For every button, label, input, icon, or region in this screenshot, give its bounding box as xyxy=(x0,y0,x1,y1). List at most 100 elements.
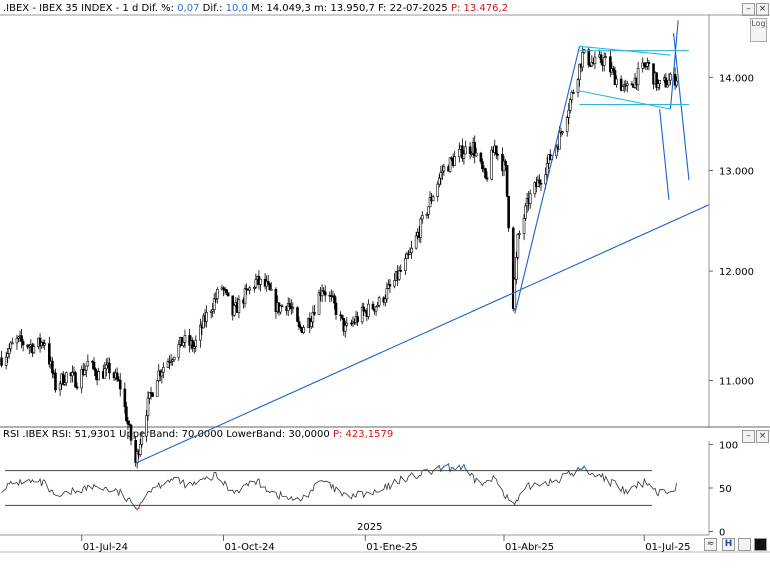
candle-body xyxy=(513,278,517,309)
candle-body xyxy=(404,258,407,271)
candle-body xyxy=(345,322,349,326)
trendline-impulse[interactable] xyxy=(514,46,581,314)
candle-body xyxy=(377,297,381,306)
rsi-overbought-point xyxy=(453,469,456,472)
candle-body xyxy=(505,165,509,197)
candle-body xyxy=(94,368,97,376)
price-tick-label: 12.000 xyxy=(719,267,754,278)
candle-body xyxy=(484,168,487,179)
candle-body xyxy=(448,157,452,172)
candle-body xyxy=(371,303,375,310)
rsi-overbought-point xyxy=(450,466,453,469)
candle-body xyxy=(6,353,10,358)
candle-body xyxy=(138,443,142,455)
candle-body xyxy=(561,131,564,133)
trendline-support[interactable] xyxy=(135,204,710,464)
candle-body xyxy=(545,163,549,175)
rsi-overbought-point xyxy=(447,463,450,465)
candle-body xyxy=(522,218,526,234)
candle-body xyxy=(481,161,484,170)
candle-body xyxy=(15,338,19,344)
candle-body xyxy=(468,146,472,155)
candle-body xyxy=(343,325,347,332)
candle-body xyxy=(507,196,510,229)
candle-body xyxy=(587,49,591,66)
candle-body xyxy=(125,406,128,422)
candle-body xyxy=(205,312,208,322)
candle-body xyxy=(51,360,54,374)
toolbar-box-icon[interactable] xyxy=(738,538,751,551)
candle-body xyxy=(612,68,615,72)
candle-body xyxy=(538,179,541,184)
color-swatch-icon[interactable] xyxy=(754,538,767,551)
candle-body xyxy=(64,372,68,384)
time-tick-label: 01-Oct-24 xyxy=(224,542,274,553)
chart-canvas: 14.000 13.000 12.000 11.000 100 50 0 01-Jul-2… xyxy=(0,14,770,553)
time-tick-label: 01-Ene-25 xyxy=(366,542,417,553)
candle-body xyxy=(103,368,107,379)
candle-body xyxy=(515,257,518,280)
candle-body xyxy=(313,312,316,315)
time-axis: 01-Jul-24 01-Oct-24 01-Ene-25 01-Abr-25 01-J… xyxy=(81,535,691,553)
candle-body xyxy=(528,193,532,205)
candle-body xyxy=(615,78,618,85)
rsi-overbought-point xyxy=(458,464,461,467)
trendline-projection[interactable] xyxy=(659,109,670,200)
candle-body xyxy=(410,247,413,253)
candle-body xyxy=(340,314,344,319)
candle-body xyxy=(397,270,401,280)
candle-body xyxy=(504,160,507,166)
candle-body xyxy=(604,56,608,59)
candle-body xyxy=(243,288,247,304)
rsi-overbought-point xyxy=(583,465,586,468)
candle-body xyxy=(269,288,273,291)
wave-button[interactable]: ≈ xyxy=(704,538,717,551)
candle-body xyxy=(485,177,489,180)
candle-body xyxy=(593,56,597,64)
price-tick-label: 11.000 xyxy=(719,376,754,387)
candle-body xyxy=(602,57,606,66)
candle-body xyxy=(388,284,392,287)
candle-body xyxy=(437,177,441,185)
candle-body xyxy=(32,346,36,354)
trendline-projection[interactable] xyxy=(673,33,690,181)
rsi-overbought-point xyxy=(461,465,464,468)
candle-body xyxy=(572,92,575,94)
candle-body xyxy=(7,348,11,354)
candle-body xyxy=(302,327,305,333)
trendline-channel[interactable] xyxy=(579,90,671,110)
candle-body xyxy=(356,316,359,323)
rsi-overbought-point xyxy=(464,467,467,470)
candle-body xyxy=(172,356,176,361)
rsi-bands xyxy=(5,470,652,506)
candle-body xyxy=(155,380,159,397)
candle-body xyxy=(516,234,520,258)
candle-body xyxy=(621,86,624,91)
rsi-oversold-point xyxy=(136,508,139,511)
candle-body xyxy=(182,342,185,347)
candle-body xyxy=(280,305,284,308)
time-tick-label: 01-Jul-25 xyxy=(645,542,690,553)
time-tick-label: 01-Abr-25 xyxy=(505,542,554,553)
candle-body xyxy=(334,302,338,316)
rsi-tick-label: 50 xyxy=(719,484,732,495)
candle-body xyxy=(97,371,100,381)
candle-body xyxy=(140,435,144,445)
price-tick-label: 14.000 xyxy=(719,73,754,84)
candle-body xyxy=(291,307,295,310)
save-layout-button[interactable]: H xyxy=(722,538,735,551)
candle-body xyxy=(642,62,646,67)
year-marker: 2025 xyxy=(357,522,382,533)
candle-body xyxy=(105,364,108,369)
candle-body xyxy=(568,99,572,111)
candle-body xyxy=(399,270,403,272)
candle-body xyxy=(431,196,435,202)
rsi-overbought-point xyxy=(452,467,455,469)
candle-body xyxy=(647,62,651,64)
candle-body xyxy=(439,172,443,179)
candle-body xyxy=(442,166,446,172)
candle-body xyxy=(494,145,498,155)
candle-body xyxy=(0,357,3,366)
candle-body xyxy=(419,218,423,238)
rsi-overbought-point xyxy=(421,469,424,472)
